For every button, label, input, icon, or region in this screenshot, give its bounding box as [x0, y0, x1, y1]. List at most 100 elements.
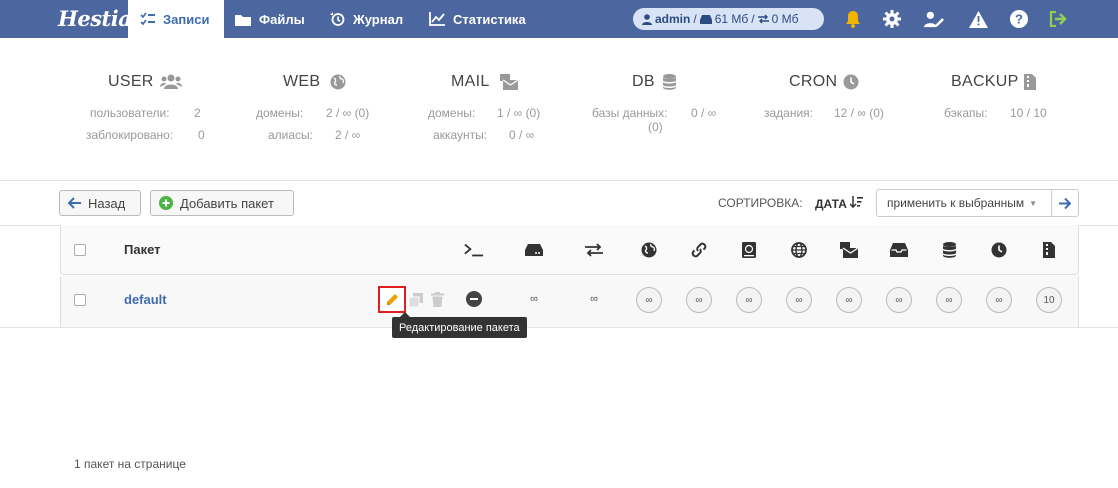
nav-tab-records[interactable]: Записи	[128, 0, 224, 38]
pencil-icon	[386, 294, 398, 305]
help-icon[interactable]: ?	[1009, 9, 1029, 29]
select-all-checkbox[interactable]	[74, 244, 86, 256]
header-package: Пакет	[124, 242, 161, 257]
username: admin	[655, 12, 691, 26]
history-icon	[330, 11, 345, 26]
file-zipper-icon	[1039, 241, 1059, 259]
arrows-exchange-icon	[757, 14, 769, 24]
database-icon	[939, 241, 959, 259]
pill-separator: /	[693, 12, 697, 26]
divider	[0, 327, 1118, 328]
stat-db-row1-extra: (0)	[648, 120, 663, 134]
stat-mail-row2-value: 0 / ∞	[509, 128, 535, 142]
caret-down-icon: ▼	[1029, 198, 1038, 208]
copy-package-button[interactable]	[408, 293, 423, 310]
logout-icon[interactable]	[1048, 9, 1068, 29]
stat-web-row2-value: 2 / ∞	[335, 128, 361, 142]
mail-bulk-icon	[500, 74, 518, 90]
stat-db-row1-value: 0 / ∞	[691, 106, 717, 120]
stat-web-row1-label: домены:	[256, 106, 304, 120]
back-button[interactable]: Назад	[59, 190, 141, 216]
bulk-action-select[interactable]: применить к выбранным ▼	[876, 189, 1052, 217]
cell-mail-accounts: ∞	[886, 287, 912, 313]
globe-icon	[330, 74, 346, 90]
cell-disk: ∞	[530, 293, 538, 305]
user-icon	[642, 13, 652, 25]
notifications-bell-icon[interactable]	[843, 9, 863, 29]
database-icon	[663, 74, 676, 90]
cell-backups: 10	[1036, 287, 1062, 313]
row-checkbox[interactable]	[74, 294, 86, 306]
hard-drive-icon	[699, 14, 712, 24]
list-check-icon	[140, 12, 155, 26]
status-active-icon	[466, 291, 482, 310]
nav-tab-files-label: Файлы	[259, 11, 305, 27]
stat-backup-title: BACKUP	[951, 73, 1019, 90]
sort-desc-icon	[849, 196, 864, 209]
edit-package-button[interactable]	[378, 286, 406, 313]
book-atlas-icon	[739, 241, 759, 259]
trash-icon	[431, 292, 444, 307]
nav-tab-stats[interactable]: Статистика	[429, 0, 526, 38]
add-package-button[interactable]: Добавить пакет	[150, 190, 294, 216]
gear-icon[interactable]	[882, 9, 902, 29]
chart-line-icon	[429, 12, 445, 26]
stat-cron-title: CRON	[789, 73, 838, 90]
stat-web-title: WEB	[283, 73, 321, 90]
stat-db-title: DB	[632, 73, 655, 90]
warning-icon[interactable]	[968, 9, 988, 29]
hestia-logo[interactable]: Hestia	[58, 6, 132, 31]
sort-dropdown[interactable]: ДАТА	[815, 196, 864, 211]
hard-drive-icon	[524, 241, 544, 259]
stat-user-row1-value: 2	[194, 106, 201, 120]
terminal-icon	[464, 241, 484, 259]
bulk-apply-button[interactable]	[1051, 189, 1079, 217]
copy-icon	[408, 293, 423, 308]
globe-icon	[639, 241, 659, 259]
stat-mail-row2-label: аккаунты:	[433, 128, 488, 142]
user-usage-pill[interactable]: admin / 61 Мб / 0 Мб	[633, 8, 824, 30]
file-zipper-icon	[1024, 74, 1036, 90]
back-button-label: Назад	[88, 195, 126, 211]
cell-databases: ∞	[936, 287, 962, 313]
link-icon	[689, 241, 709, 259]
divider	[0, 180, 1118, 181]
mail-bulk-icon	[839, 241, 859, 259]
stat-user-row2-label: заблокировано:	[86, 128, 174, 142]
disk-usage: 61 Мб	[714, 12, 749, 26]
pill-separator-2: /	[751, 12, 755, 26]
package-name-link[interactable]: default	[124, 292, 167, 307]
stat-cron-row1-label: задания:	[764, 106, 814, 120]
stat-web-row2-label: алиасы:	[268, 128, 314, 142]
arrows-exchange-icon	[584, 241, 604, 259]
nav-tab-log[interactable]: Журнал	[330, 0, 403, 38]
nav-tab-stats-label: Статистика	[453, 11, 526, 27]
stat-mail-row1-value: 1 / ∞ (0)	[497, 106, 541, 120]
plus-circle-icon	[159, 196, 173, 210]
users-icon	[160, 74, 182, 89]
packages-count: 1 пакет на странице	[74, 457, 186, 471]
cell-dns-records: ∞	[786, 287, 812, 313]
stat-web-row1-value: 2 / ∞ (0)	[326, 106, 370, 120]
sort-label: СОРТИРОВКА:	[718, 196, 803, 210]
nav-tab-log-label: Журнал	[353, 11, 404, 27]
clock-icon	[843, 74, 859, 90]
stat-user-row1-label: пользователи:	[90, 106, 170, 120]
cell-mail-domains: ∞	[836, 287, 862, 313]
stat-user-row2-value: 0	[198, 128, 205, 142]
svg-text:?: ?	[1015, 12, 1023, 27]
table-header	[60, 225, 1079, 275]
arrow-right-icon	[1059, 197, 1071, 209]
cell-web-aliases: ∞	[686, 287, 712, 313]
delete-package-button[interactable]	[431, 292, 444, 310]
cell-bandwidth: ∞	[590, 293, 598, 305]
nav-tab-files[interactable]: Файлы	[235, 0, 305, 38]
stat-backup-row1-label: бэкапы:	[944, 106, 988, 120]
stat-db-row1-label: базы данных:	[592, 106, 668, 120]
table-row	[60, 276, 1079, 327]
world-icon	[789, 241, 809, 259]
bulk-action-placeholder: применить к выбранным	[887, 196, 1025, 210]
user-edit-icon[interactable]	[924, 9, 944, 29]
bandwidth-usage: 0 Мб	[771, 12, 799, 26]
arrow-left-icon	[68, 197, 81, 209]
